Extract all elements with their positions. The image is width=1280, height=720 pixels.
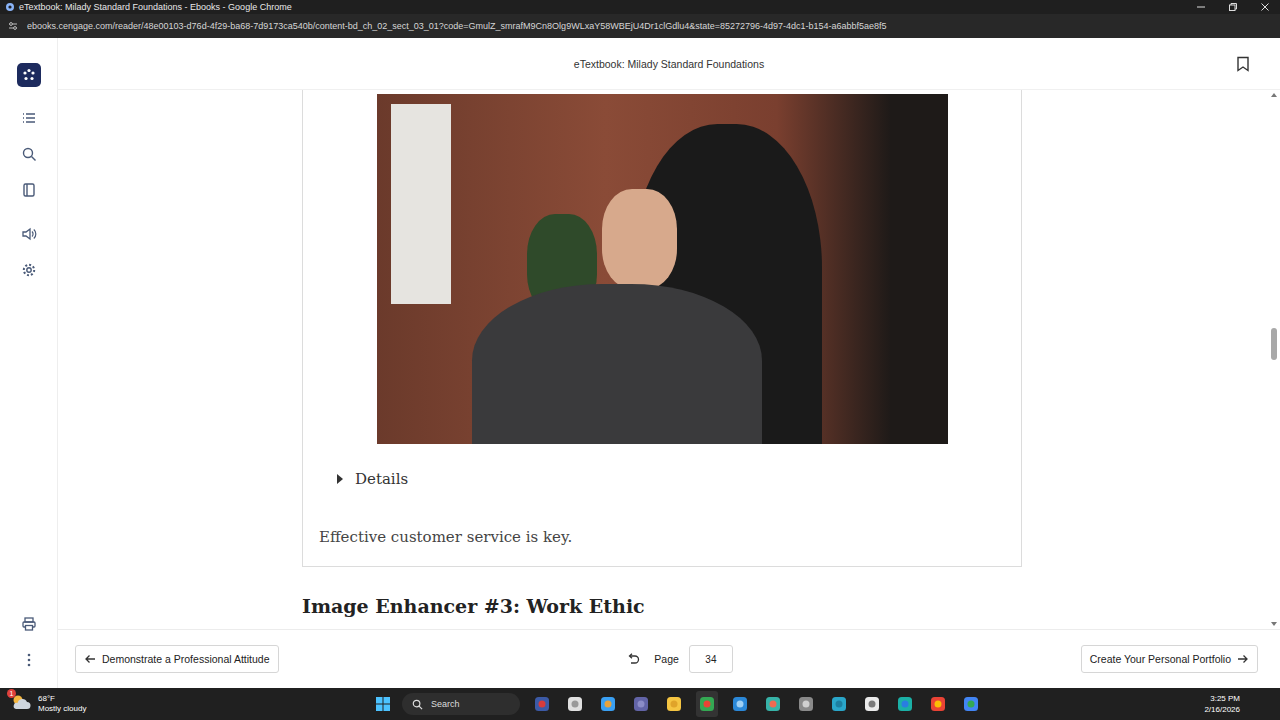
chrome-icon [698,695,716,713]
weather-temperature: 68°F [38,694,86,704]
taskbar-app[interactable] [894,691,916,717]
previous-section-button[interactable]: Demonstrate a Professional Attitude [75,645,279,673]
undo-icon[interactable] [626,653,640,665]
taskbar: 1 68°F Mostly cloudy Search 3:25 PM 2/16… [0,688,1280,720]
reader-title: eTextbook: Milady Standard Foundations [574,58,764,70]
start-windows-icon[interactable] [375,696,391,712]
weather-widget[interactable]: 1 68°F Mostly cloudy [0,693,310,715]
close-icon[interactable] [1260,2,1270,12]
taskbar-app[interactable] [861,691,883,717]
taskbar-app[interactable] [531,691,553,717]
taskbar-search[interactable]: Search [402,693,520,715]
task-view-icon [566,695,584,713]
cengage-logo-icon[interactable] [17,63,41,87]
details-label[interactable]: Details [355,470,408,488]
reader-header: eTextbook: Milady Standard Foundations [58,38,1280,90]
page-label: Page [654,653,679,665]
file-explorer-icon [665,695,683,713]
settings-gear-icon[interactable] [21,262,37,278]
read-aloud-icon[interactable] [21,226,37,242]
scrollbar-thumb[interactable] [1271,328,1277,360]
taskbar-app[interactable] [663,691,685,717]
taskbar-app[interactable] [762,691,784,717]
taskbar-app[interactable] [630,691,652,717]
copilot-icon [599,695,617,713]
edge-icon [896,695,914,713]
taskbar-app[interactable] [927,691,949,717]
copilot-app-icon [764,695,782,713]
taskbar-app[interactable] [729,691,751,717]
taskbar-apps: Search [310,691,1204,717]
search-placeholder: Search [431,699,460,709]
taskbar-app[interactable] [597,691,619,717]
url-field[interactable]: ebooks.cengage.com/reader/48e00103-d76d-… [27,21,887,31]
clock[interactable]: 3:25 PM 2/16/2026 [1204,693,1280,715]
restore-icon[interactable] [1228,2,1238,12]
whiteboard-icon [830,695,848,713]
details-toggle[interactable]: Details [303,470,1021,488]
clock-date: 2/16/2026 [1204,704,1240,715]
scroll-up-icon[interactable] [1270,92,1278,98]
scrollbar[interactable] [1268,90,1280,629]
table-of-contents-icon[interactable] [21,110,37,126]
flag-icon [533,695,551,713]
taskbar-app[interactable] [696,691,718,717]
weather-badge: 1 [7,689,16,698]
calculator-icon [797,695,815,713]
minimize-icon[interactable] [1196,2,1206,12]
content-area: Details Effective customer service is ke… [58,90,1268,629]
page-input[interactable]: 34 [689,645,733,673]
print-icon[interactable] [21,616,37,632]
page: eTextbook: Milady Standard Foundations D… [0,38,1280,688]
chrome-profile-icon [929,695,947,713]
arrow-right-icon [1237,654,1249,664]
search-icon [412,699,423,710]
app-icon [863,695,881,713]
window-controls [1196,2,1280,12]
arrow-left-icon [84,654,96,664]
page-navigation: Demonstrate a Professional Attitude Page… [58,629,1280,688]
reader-panel: eTextbook: Milady Standard Foundations D… [58,38,1280,688]
section-heading: Image Enhancer #3: Work Ethic [302,595,1022,617]
taskbar-app[interactable] [828,691,850,717]
page-jump: Page 34 [626,645,733,673]
taskbar-app[interactable] [795,691,817,717]
title-bar: eTextbook: Milady Standard Foundations -… [0,0,1280,14]
app-logo-icon [5,2,15,12]
screen: eTextbook: Milady Standard Foundations -… [0,0,1280,720]
next-section-button[interactable]: Create Your Personal Portfolio [1081,645,1258,673]
scrollbar-track[interactable] [1268,98,1280,621]
search-icon[interactable] [21,146,37,162]
chrome-beta-icon [962,695,980,713]
more-options-icon[interactable] [21,652,37,668]
scroll-down-icon[interactable] [1270,621,1278,627]
taskbar-app[interactable] [564,691,586,717]
clock-time: 3:25 PM [1210,693,1240,704]
sidebar [0,38,58,688]
figure-photo [377,94,948,444]
address-bar: ebooks.cengage.com/reader/48e00103-d76d-… [0,14,1280,38]
weather-condition: Mostly cloudy [38,704,86,714]
taskbar-app[interactable] [960,691,982,717]
figure-card: Details Effective customer service is ke… [302,90,1022,567]
disclosure-triangle-icon[interactable] [335,473,345,485]
notebook-icon[interactable] [21,182,37,198]
site-info-icon[interactable] [7,20,19,32]
reader-body: Details Effective customer service is ke… [58,90,1280,629]
bookmark-icon[interactable] [1236,56,1250,72]
figure-caption: Effective customer service is key. [303,528,1021,548]
calendar-icon [731,695,749,713]
teams-icon [632,695,650,713]
window-title: eTextbook: Milady Standard Foundations -… [19,0,292,14]
content-column: Details Effective customer service is ke… [302,90,1022,617]
